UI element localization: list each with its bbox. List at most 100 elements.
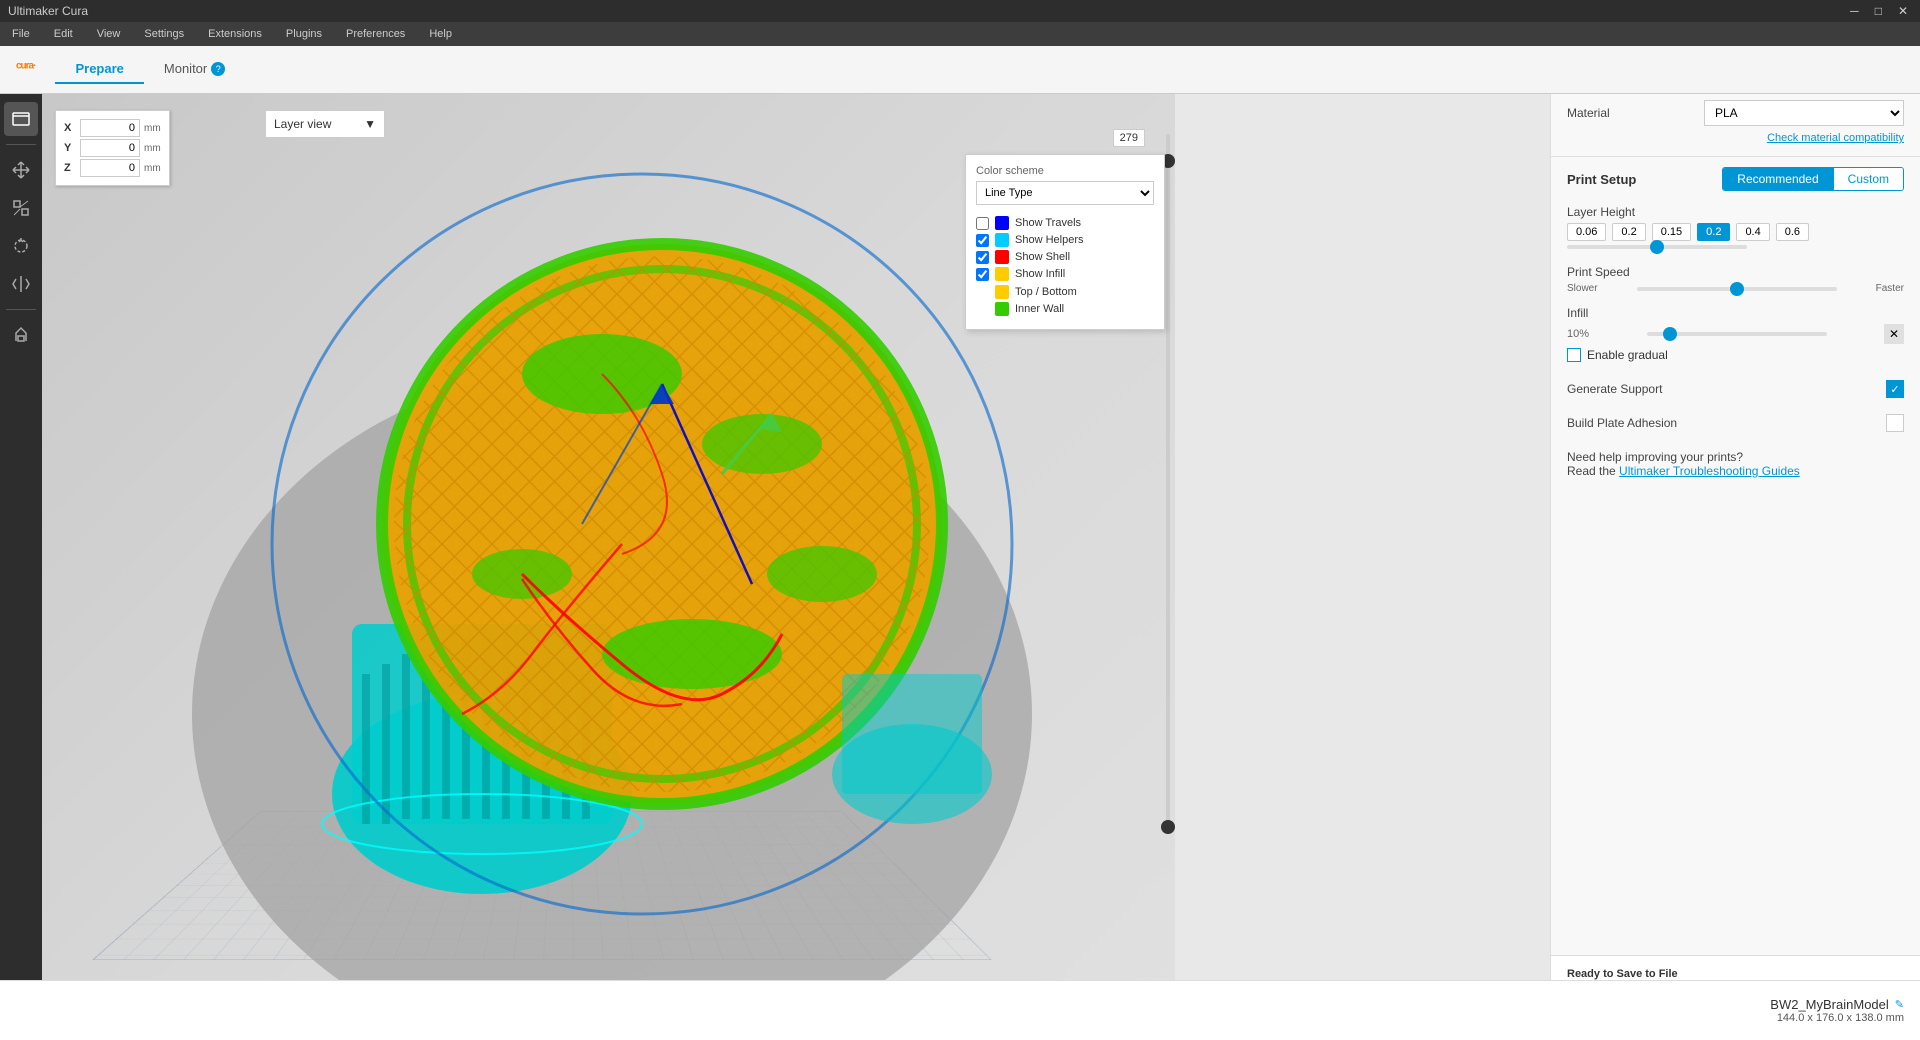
color-scheme-select[interactable]: Line Type Speed Layer Thickness bbox=[976, 181, 1154, 205]
model-dimensions: 144.0 x 176.0 x 138.0 mm bbox=[1770, 1012, 1904, 1024]
show-helpers-checkbox[interactable] bbox=[976, 234, 989, 247]
menu-view[interactable]: View bbox=[93, 26, 125, 42]
sidebar-divider-1 bbox=[6, 144, 36, 145]
enable-gradual-row: Enable gradual bbox=[1567, 348, 1904, 362]
app-title: Ultimaker Cura bbox=[8, 4, 88, 18]
show-infill-label: Show Infill bbox=[1015, 268, 1154, 280]
window-controls: ─ □ ✕ bbox=[1846, 4, 1912, 18]
check-material-link[interactable]: Check material compatibility bbox=[1567, 132, 1904, 144]
coord-x-row: X mm bbox=[64, 119, 161, 137]
logo-dot: · bbox=[33, 60, 35, 71]
menu-plugins[interactable]: Plugins bbox=[282, 26, 326, 42]
infill-color-dot bbox=[995, 267, 1009, 281]
coord-x-label: X bbox=[64, 122, 76, 134]
menu-settings[interactable]: Settings bbox=[140, 26, 188, 42]
tab-custom[interactable]: Custom bbox=[1834, 168, 1903, 190]
infill-section: Infill 10% ✕ Enable gradual bbox=[1551, 300, 1920, 372]
panel-spacer bbox=[1551, 488, 1920, 955]
build-plate-label: Build Plate Adhesion bbox=[1567, 416, 1677, 430]
color-scheme-panel: Color scheme Line Type Speed Layer Thick… bbox=[965, 154, 1165, 330]
infill-slider[interactable] bbox=[1647, 332, 1827, 336]
menu-file[interactable]: File bbox=[8, 26, 34, 42]
coord-x-input[interactable] bbox=[80, 119, 140, 137]
model-info: BW2_MyBrainModel ✎ 144.0 x 176.0 x 138.0… bbox=[1770, 997, 1904, 1024]
header: cura· Prepare Monitor ? bbox=[0, 46, 1920, 94]
minimize-button[interactable]: ─ bbox=[1846, 4, 1863, 18]
lh-btn-015[interactable]: 0.15 bbox=[1652, 223, 1691, 241]
menu-edit[interactable]: Edit bbox=[50, 26, 77, 42]
lh-btn-006[interactable]: 0.06 bbox=[1567, 223, 1606, 241]
coord-y-unit: mm bbox=[144, 143, 161, 154]
shell-color-dot bbox=[995, 250, 1009, 264]
edit-model-icon[interactable]: ✎ bbox=[1895, 998, 1904, 1011]
topbottom-label: Top / Bottom bbox=[1015, 286, 1154, 298]
color-scheme-title: Color scheme bbox=[976, 165, 1154, 177]
sidebar-move[interactable] bbox=[4, 153, 38, 187]
topbottom-color-dot bbox=[995, 285, 1009, 299]
viewport[interactable]: Layer view ▼ Color scheme Line Type Spee… bbox=[42, 94, 1175, 1040]
material-select[interactable]: PLA ABS PETG bbox=[1704, 100, 1904, 126]
layer-height-slider[interactable] bbox=[1567, 245, 1747, 249]
print-speed-slider[interactable] bbox=[1637, 287, 1837, 291]
show-travels-label: Show Travels bbox=[1015, 217, 1154, 229]
sidebar-open-file[interactable] bbox=[4, 102, 38, 136]
layer-view-select[interactable]: Layer view ▼ bbox=[265, 110, 385, 138]
coord-x-unit: mm bbox=[144, 123, 161, 134]
tab-monitor[interactable]: Monitor ? bbox=[144, 55, 245, 84]
lh-btn-06[interactable]: 0.6 bbox=[1776, 223, 1809, 241]
generate-support-row: Generate Support ✓ bbox=[1551, 372, 1920, 406]
color-legend: Top / Bottom Inner Wall bbox=[976, 285, 1154, 316]
show-helpers-label: Show Helpers bbox=[1015, 234, 1154, 246]
menu-extensions[interactable]: Extensions bbox=[204, 26, 266, 42]
build-plate-checkbox[interactable] bbox=[1886, 414, 1904, 432]
save-status: Ready to Save to File bbox=[1567, 968, 1904, 980]
menu-preferences[interactable]: Preferences bbox=[342, 26, 409, 42]
coord-z-unit: mm bbox=[144, 163, 161, 174]
lh-btn-04[interactable]: 0.4 bbox=[1736, 223, 1769, 241]
layer-slider-wrapper: 279 bbox=[1166, 114, 1170, 834]
sidebar-mirror[interactable] bbox=[4, 267, 38, 301]
lh-btn-02a[interactable]: 0.2 bbox=[1612, 223, 1645, 241]
tab-prepare[interactable]: Prepare bbox=[55, 55, 143, 84]
sidebar-rotate[interactable] bbox=[4, 229, 38, 263]
coord-y-label: Y bbox=[64, 142, 76, 154]
sidebar-support[interactable] bbox=[4, 318, 38, 352]
right-panel: BQ Witbox 2 ▼ Material PLA ABS PETG Chec… bbox=[1550, 46, 1920, 1040]
coord-y-input[interactable] bbox=[80, 139, 140, 157]
menubar: File Edit View Settings Extensions Plugi… bbox=[0, 22, 1920, 46]
menu-help[interactable]: Help bbox=[425, 26, 456, 42]
layer-height-options: 0.06 0.2 0.15 0.2 0.4 0.6 bbox=[1567, 223, 1904, 241]
infill-label: Infill bbox=[1567, 306, 1904, 320]
travels-color-dot bbox=[995, 216, 1009, 230]
layer-slider-track bbox=[1166, 134, 1170, 834]
close-button[interactable]: ✕ bbox=[1894, 4, 1912, 18]
generate-support-checkbox[interactable]: ✓ bbox=[1886, 380, 1904, 398]
troubleshooting-link[interactable]: Ultimaker Troubleshooting Guides bbox=[1619, 464, 1800, 478]
show-infill-checkbox[interactable] bbox=[976, 268, 989, 281]
sidebar-scale[interactable] bbox=[4, 191, 38, 225]
coord-display: X mm Y mm Z mm bbox=[55, 110, 170, 186]
infill-clear-button[interactable]: ✕ bbox=[1884, 324, 1904, 344]
monitor-help-icon[interactable]: ? bbox=[211, 62, 225, 76]
show-shell-checkbox[interactable] bbox=[976, 251, 989, 264]
coord-z-input[interactable] bbox=[80, 159, 140, 177]
layer-slider-value: 279 bbox=[1113, 129, 1145, 147]
layer-slider-bottom-thumb[interactable] bbox=[1161, 820, 1175, 834]
infill-percent-value: 10% bbox=[1567, 328, 1589, 340]
maximize-button[interactable]: □ bbox=[1871, 4, 1886, 18]
print-speed-label: Print Speed bbox=[1567, 265, 1904, 279]
layer-slider-container: 279 bbox=[1166, 114, 1170, 894]
helpers-color-dot bbox=[995, 233, 1009, 247]
color-item-topbottom: Top / Bottom bbox=[976, 285, 1154, 299]
coord-y-row: Y mm bbox=[64, 139, 161, 157]
print-speed-section: Print Speed Slower Faster bbox=[1551, 259, 1920, 300]
show-shell-label: Show Shell bbox=[1015, 251, 1154, 263]
layer-view-dropdown: Layer view ▼ bbox=[265, 110, 385, 138]
tab-recommended[interactable]: Recommended bbox=[1723, 168, 1833, 190]
enable-gradual-checkbox[interactable] bbox=[1567, 348, 1581, 362]
speed-faster-label: Faster bbox=[1876, 283, 1904, 294]
show-travels-checkbox[interactable] bbox=[976, 217, 989, 230]
lh-btn-02b[interactable]: 0.2 bbox=[1697, 223, 1730, 241]
layer-view-label: Layer view bbox=[274, 117, 331, 131]
sidebar-divider-2 bbox=[6, 309, 36, 310]
